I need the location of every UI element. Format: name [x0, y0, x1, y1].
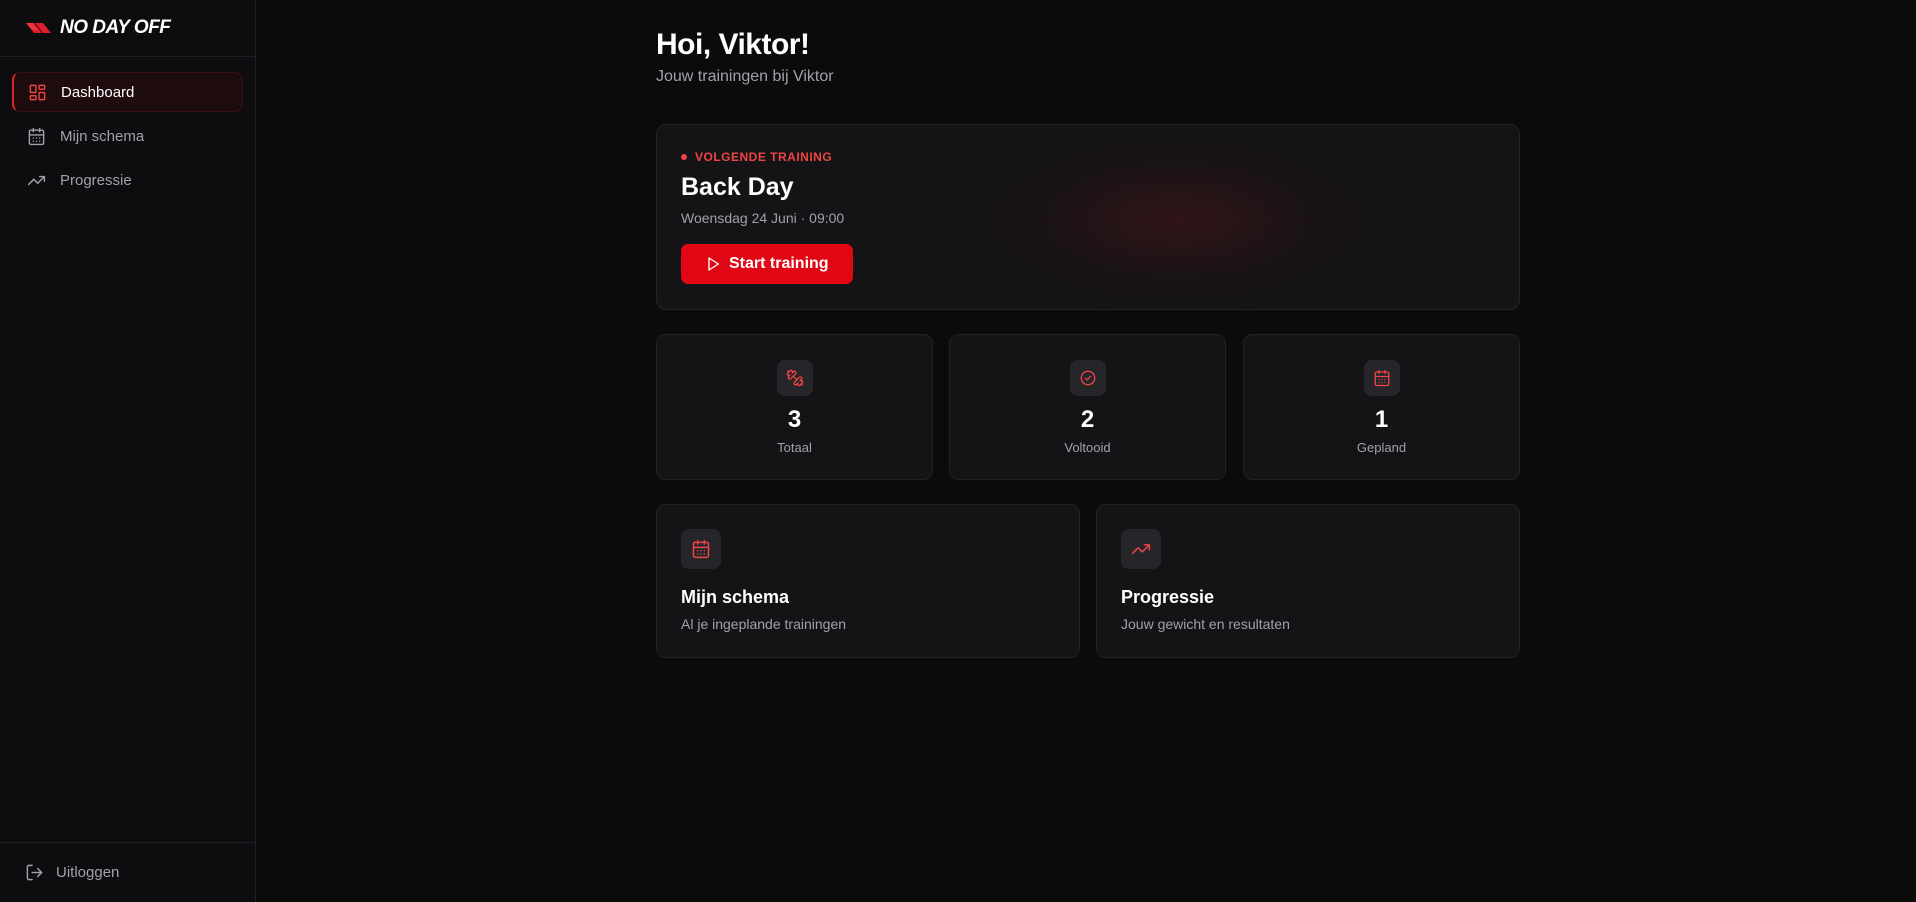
hero-glow: [957, 125, 1397, 309]
check-circle-icon: [1080, 370, 1095, 386]
card-icon-box: [1121, 529, 1161, 569]
sidebar: NO DAY OFF Dashboard Mijn schema Progres…: [0, 0, 256, 902]
start-training-button[interactable]: Start training: [681, 244, 853, 284]
card-title: Mijn schema: [681, 587, 790, 607]
main-content: Hoi, Viktor! Jouw trainingen bij Viktor …: [656, 0, 1520, 658]
next-training-tag-label: VOLGENDE TRAINING: [695, 150, 833, 164]
status-dot: [681, 154, 687, 160]
page-subtitle: Jouw trainingen bij Viktor: [656, 68, 834, 85]
card-title: Progressie: [1121, 587, 1215, 607]
next-training-tag: VOLGENDE TRAINING: [681, 150, 853, 164]
calendar-icon: [692, 539, 710, 559]
mijn-schema-card[interactable]: Mijn schema Al je ingeplande trainingen: [656, 504, 1080, 658]
card-description: Jouw gewicht en resultaten: [1121, 616, 1290, 632]
start-training-label: Start training: [729, 255, 829, 272]
stat-label: Gepland: [1356, 440, 1407, 455]
brand-name: NO DAY OFF: [60, 17, 171, 38]
next-training-card: VOLGENDE TRAINING Back Day Woensdag 24 J…: [656, 124, 1520, 310]
dashboard-icon: [29, 84, 46, 100]
stat-icon-box: [1069, 360, 1106, 396]
sidebar-item-mijn-schema[interactable]: Mijn schema: [12, 116, 243, 156]
dumbbell-icon: [786, 369, 803, 387]
sidebar-item-label: Progressie: [60, 171, 132, 189]
card-icon-box: [681, 529, 721, 569]
trending-up-icon: [1131, 544, 1151, 554]
stat-card-totaal: 3 Totaal: [656, 334, 933, 480]
next-training-datetime: Woensdag 24 Juni · 09:00: [681, 210, 845, 226]
stat-value: 3: [787, 406, 802, 433]
trending-up-icon: [27, 175, 46, 185]
stat-card-voltooid: 2 Voltooid: [949, 334, 1226, 480]
stat-icon-box: [1363, 360, 1400, 396]
sidebar-item-progressie[interactable]: Progressie: [12, 160, 243, 200]
page-title: Hoi, Viktor!: [656, 28, 810, 61]
stat-label: Voltooid: [1064, 440, 1111, 455]
stat-card-gepland: 1 Gepland: [1243, 334, 1520, 480]
progressie-card[interactable]: Progressie Jouw gewicht en resultaten: [1096, 504, 1520, 658]
stats-row: 3 Totaal 2 Voltooid 1 Gepland: [656, 334, 1520, 480]
play-icon: [708, 257, 719, 271]
calendar-icon: [28, 127, 45, 145]
stat-value: 2: [1080, 406, 1095, 433]
logout-icon: [26, 864, 43, 881]
quick-links: Mijn schema Al je ingeplande trainingen …: [656, 504, 1520, 658]
sidebar-item-dashboard[interactable]: Dashboard: [12, 72, 243, 112]
sidebar-item-label: Dashboard: [61, 83, 135, 101]
stat-value: 1: [1374, 406, 1389, 433]
brand[interactable]: NO DAY OFF: [0, 0, 255, 57]
next-training-title: Back Day: [681, 173, 794, 201]
stat-icon-box: [776, 360, 813, 396]
calendar-icon: [1374, 369, 1389, 387]
logout-label: Uitloggen: [56, 864, 120, 881]
sidebar-nav: Dashboard Mijn schema Progressie: [0, 57, 255, 200]
brand-logo-icon: [26, 23, 51, 33]
card-description: Al je ingeplande trainingen: [681, 616, 847, 632]
stat-label: Totaal: [777, 440, 812, 455]
logout-button[interactable]: Uitloggen: [0, 842, 255, 902]
sidebar-item-label: Mijn schema: [60, 127, 145, 145]
